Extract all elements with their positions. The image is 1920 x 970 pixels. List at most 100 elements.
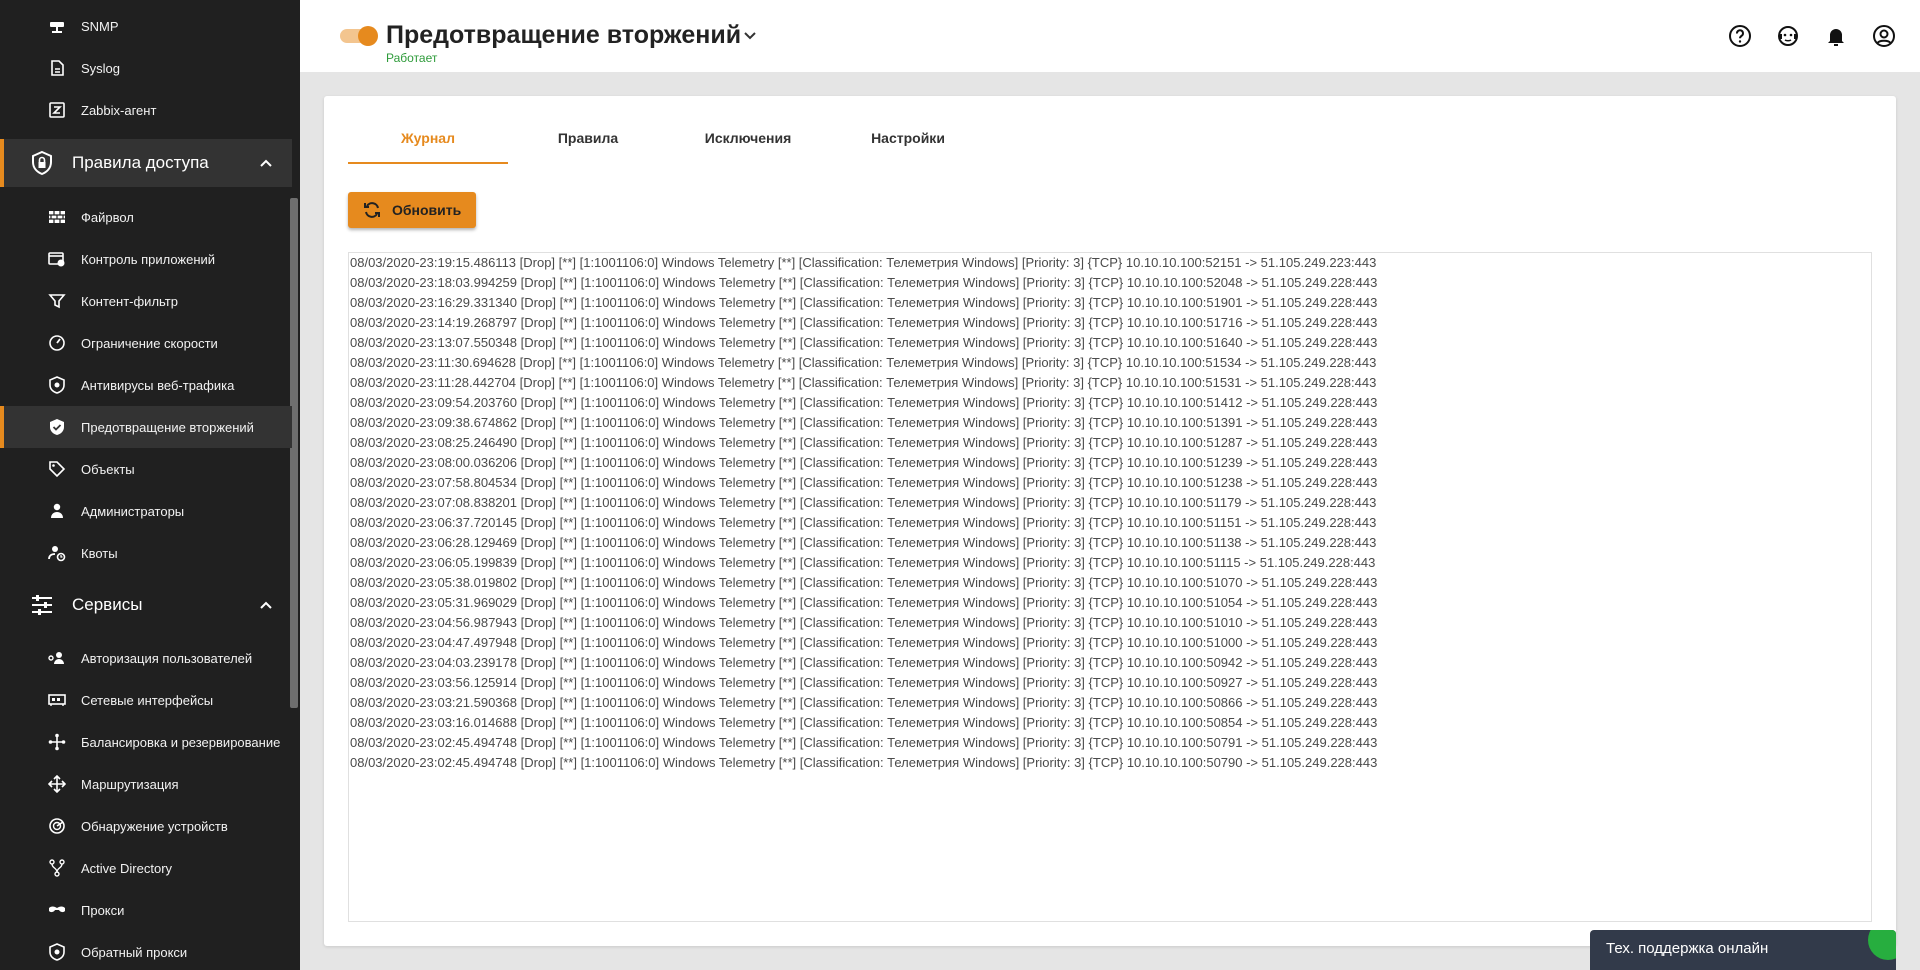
sidebar-item-label: Авторизация пользователей [81, 650, 253, 666]
sidebar-item-user-auth[interactable]: Авторизация пользователей [0, 637, 292, 679]
support-chat-widget[interactable]: Тех. поддержка онлайн [1590, 930, 1896, 970]
log-line: 08/03/2020-23:18:03.994259 [Drop] [**] [… [350, 275, 1378, 290]
tab-settings[interactable]: Настройки [828, 130, 988, 164]
log-line: 08/03/2020-23:05:38.019802 [Drop] [**] [… [350, 575, 1378, 590]
sidebar-item-label: Маршрутизация [81, 776, 179, 792]
tab-exceptions[interactable]: Исключения [668, 130, 828, 164]
log-line: 08/03/2020-23:09:38.674862 [Drop] [**] [… [350, 415, 1378, 430]
sidebar-item-label: Администраторы [81, 503, 185, 519]
online-indicator [1868, 930, 1896, 960]
main-card: Журнал Правила Исключения Настройки Обно… [324, 96, 1896, 946]
log-line: 08/03/2020-23:04:47.497948 [Drop] [**] [… [350, 635, 1378, 650]
proxy-icon [48, 901, 66, 919]
help-icon[interactable] [1728, 24, 1752, 48]
tab-journal[interactable]: Журнал [348, 130, 508, 164]
sidebar-item-reverse-proxy[interactable]: Обратный прокси [0, 931, 292, 970]
shield-lock-icon [28, 149, 56, 177]
sidebar: SNMP Syslog Zabbix-агент Правила доступа… [0, 0, 300, 970]
sidebar-item-label: Балансировка и резервирование [81, 734, 281, 750]
sidebar-item-proxy[interactable]: Прокси [0, 889, 292, 931]
sidebar-item-label: Контент-фильтр [81, 293, 178, 309]
log-line: 08/03/2020-23:09:54.203760 [Drop] [**] [… [350, 395, 1378, 410]
log-line: 08/03/2020-23:13:07.550348 [Drop] [**] [… [350, 335, 1378, 350]
page-title: Предотвращение вторжений [386, 21, 742, 49]
sidebar-section-label: Правила доступа [72, 153, 209, 172]
radar-icon [48, 817, 66, 835]
log-line: 08/03/2020-23:04:56.987943 [Drop] [**] [… [350, 615, 1378, 630]
log-line: 08/03/2020-23:06:37.720145 [Drop] [**] [… [350, 515, 1377, 530]
support-icon[interactable] [1776, 24, 1800, 48]
top-header: Предотвращение вторжений Работает [300, 0, 1920, 72]
reverse-proxy-icon [48, 943, 66, 961]
sidebar-item-label: Квоты [81, 545, 118, 561]
sidebar-item-zabbix[interactable]: Zabbix-агент [0, 89, 292, 131]
sidebar-section-access-rules[interactable]: Правила доступа [0, 139, 292, 187]
tab-rules[interactable]: Правила [508, 130, 668, 164]
sliders-icon [28, 591, 56, 619]
sidebar-item-label: Ограничение скорости [81, 335, 218, 351]
sidebar-item-speed-limit[interactable]: Ограничение скорости [0, 322, 292, 364]
sidebar-item-network-interfaces[interactable]: Сетевые интерфейсы [0, 679, 292, 721]
tag-icon [48, 460, 66, 478]
admin-icon [48, 502, 66, 520]
app-control-icon [48, 250, 66, 268]
sidebar-item-app-control[interactable]: Контроль приложений [0, 238, 292, 280]
sidebar-item-label: Объекты [81, 461, 135, 477]
snmp-icon [48, 17, 66, 35]
brick-wall-icon [48, 208, 66, 226]
speedometer-icon [48, 334, 66, 352]
sidebar-item-label: Обнаружение устройств [81, 818, 228, 834]
refresh-button-label: Обновить [392, 202, 462, 218]
shield-check-icon [48, 418, 66, 436]
document-icon [48, 59, 66, 77]
chevron-up-icon [260, 601, 272, 609]
sidebar-item-snmp[interactable]: SNMP [0, 5, 292, 47]
sidebar-item-firewall[interactable]: Файрвол [0, 196, 292, 238]
sidebar-item-objects[interactable]: Объекты [0, 448, 292, 490]
account-icon[interactable] [1872, 24, 1896, 48]
sidebar-item-label: Syslog [81, 60, 121, 76]
sidebar-item-label: Предотвращение вторжений [81, 419, 254, 435]
refresh-button[interactable]: Обновить [348, 192, 476, 228]
sidebar-item-label: Контроль приложений [81, 251, 216, 267]
routing-icon [48, 775, 66, 793]
sidebar-item-administrators[interactable]: Администраторы [0, 490, 292, 532]
shield-virus-icon [48, 376, 66, 394]
sidebar-item-balancing[interactable]: Балансировка и резервирование [0, 721, 292, 763]
support-chat-label: Тех. поддержка онлайн [1606, 940, 1769, 957]
network-card-icon [48, 691, 66, 709]
service-enable-toggle[interactable] [340, 26, 378, 46]
log-line: 08/03/2020-23:02:45.494748 [Drop] [**] [… [350, 755, 1378, 770]
sidebar-item-label: Сетевые интерфейсы [81, 692, 214, 708]
sidebar-item-routing[interactable]: Маршрутизация [0, 763, 292, 805]
sidebar-item-label: Обратный прокси [81, 944, 188, 960]
log-line: 08/03/2020-23:03:56.125914 [Drop] [**] [… [350, 675, 1378, 690]
sidebar-item-label: Файрвол [81, 209, 134, 225]
log-line: 08/03/2020-23:08:25.246490 [Drop] [**] [… [350, 435, 1378, 450]
log-line: 08/03/2020-23:06:28.129469 [Drop] [**] [… [350, 535, 1377, 550]
sidebar-item-web-antivirus[interactable]: Антивирусы веб-трафика [0, 364, 292, 406]
log-line: 08/03/2020-23:11:30.694628 [Drop] [**] [… [350, 355, 1377, 370]
sidebar-section-label: Сервисы [72, 595, 143, 614]
service-status: Работает [386, 51, 438, 65]
chevron-down-icon[interactable] [740, 26, 760, 46]
filter-icon [48, 292, 66, 310]
sidebar-item-label: Active Directory [81, 860, 173, 876]
log-line: 08/03/2020-23:16:29.331340 [Drop] [**] [… [350, 295, 1378, 310]
sidebar-item-intrusion-prevention[interactable]: Предотвращение вторжений [0, 406, 292, 448]
bell-icon[interactable] [1824, 24, 1848, 48]
log-viewer[interactable]: 08/03/2020-23:19:15.486113 [Drop] [**] [… [348, 252, 1872, 922]
log-line: 08/03/2020-23:08:00.036206 [Drop] [**] [… [350, 455, 1378, 470]
sidebar-item-syslog[interactable]: Syslog [0, 47, 292, 89]
sidebar-item-quotas[interactable]: Квоты [0, 532, 292, 574]
quota-icon [48, 544, 66, 562]
sidebar-item-device-discovery[interactable]: Обнаружение устройств [0, 805, 292, 847]
sidebar-section-services[interactable]: Сервисы [0, 581, 292, 629]
sidebar-item-content-filter[interactable]: Контент-фильтр [0, 280, 292, 322]
sidebar-item-active-directory[interactable]: Active Directory [0, 847, 292, 889]
user-auth-icon [48, 649, 66, 667]
log-line: 08/03/2020-23:03:16.014688 [Drop] [**] [… [350, 715, 1378, 730]
sidebar-item-label: Прокси [81, 902, 125, 918]
log-line: 08/03/2020-23:14:19.268797 [Drop] [**] [… [350, 315, 1378, 330]
log-line: 08/03/2020-23:11:28.442704 [Drop] [**] [… [350, 375, 1377, 390]
